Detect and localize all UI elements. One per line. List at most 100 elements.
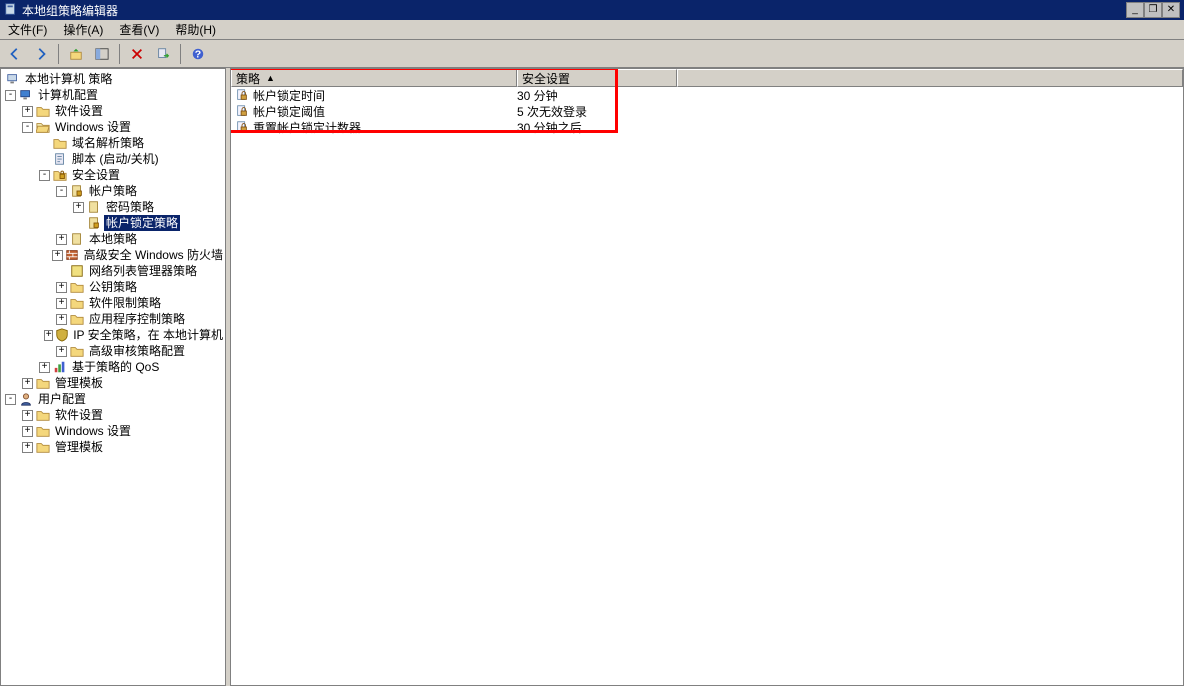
list-header: 策略 ▲ 安全设置	[231, 69, 1183, 87]
collapse-icon[interactable]: -	[56, 186, 67, 197]
tree-srp[interactable]: + 软件限制策略	[1, 295, 225, 311]
expand-icon[interactable]: +	[52, 250, 62, 261]
tree-nlm-policy[interactable]: 网络列表管理器策略	[1, 263, 225, 279]
col-policy[interactable]: 策略 ▲	[231, 69, 517, 87]
expand-icon[interactable]: +	[56, 314, 67, 325]
tree-label: 软件限制策略	[87, 295, 163, 311]
script-icon	[52, 151, 68, 167]
list-item[interactable]: 重置帐户锁定计数器30 分钟之后	[231, 119, 1183, 135]
folder-icon	[35, 103, 51, 119]
expand-icon[interactable]: +	[44, 330, 53, 341]
collapse-icon[interactable]: -	[5, 90, 16, 101]
policy-item-icon	[235, 88, 249, 102]
tree-software-settings[interactable]: + 软件设置	[1, 103, 225, 119]
show-pane-button[interactable]	[91, 43, 113, 65]
toolbar: ?	[0, 40, 1184, 68]
tree-scripts[interactable]: 脚本 (启动/关机)	[1, 151, 225, 167]
minimize-button[interactable]: _	[1126, 2, 1144, 18]
tree-label: 高级安全 Windows 防火墙	[82, 247, 225, 263]
tree-windows-settings[interactable]: - Windows 设置	[1, 119, 225, 135]
tree-user-config[interactable]: - 用户配置	[1, 391, 225, 407]
tree-label: 网络列表管理器策略	[87, 263, 199, 279]
tree-firewall[interactable]: + 高级安全 Windows 防火墙	[1, 247, 225, 263]
list-item[interactable]: 帐户锁定阈值5 次无效登录	[231, 103, 1183, 119]
tree-label: 安全设置	[70, 167, 122, 183]
collapse-icon[interactable]: -	[39, 170, 50, 181]
tree-label: 软件设置	[53, 407, 105, 423]
tree-u-admin[interactable]: + 管理模板	[1, 439, 225, 455]
tree-label: 基于策略的 QoS	[70, 359, 161, 375]
expand-icon[interactable]: +	[22, 442, 33, 453]
titlebar: 本地组策略编辑器 _ ❐ ✕	[0, 0, 1184, 20]
expand-icon[interactable]: +	[22, 106, 33, 117]
tree-pk-policy[interactable]: + 公钥策略	[1, 279, 225, 295]
folder-icon	[35, 407, 51, 423]
expand-icon[interactable]: +	[56, 234, 67, 245]
toolbar-sep	[119, 44, 120, 64]
toolbar-sep	[180, 44, 181, 64]
policy-name: 重置帐户锁定计数器	[253, 119, 361, 136]
policy-setting: 30 分钟	[517, 87, 667, 104]
folder-icon	[69, 311, 85, 327]
tree-admin-templates[interactable]: + 管理模板	[1, 375, 225, 391]
expand-icon[interactable]: +	[22, 378, 33, 389]
tree-label: 软件设置	[53, 103, 105, 119]
tree-label: 高级审核策略配置	[87, 343, 187, 359]
computer-icon	[5, 71, 21, 87]
collapse-icon[interactable]: -	[22, 122, 33, 133]
up-button[interactable]	[65, 43, 87, 65]
policy-icon	[86, 215, 102, 231]
tree-dns-policy[interactable]: 域名解析策略	[1, 135, 225, 151]
policy-name: 帐户锁定阈值	[253, 103, 325, 120]
expand-icon[interactable]: +	[39, 362, 50, 373]
tree-security-settings[interactable]: - 安全设置	[1, 167, 225, 183]
menu-view[interactable]: 查看(V)	[111, 19, 167, 40]
tree-ipsec[interactable]: + IP 安全策略，在 本地计算机	[1, 327, 225, 343]
folder-icon	[35, 423, 51, 439]
tree-computer-config[interactable]: - 计算机配置	[1, 87, 225, 103]
policy-icon	[86, 199, 102, 215]
expand-icon[interactable]: +	[73, 202, 84, 213]
folder-icon	[52, 135, 68, 151]
tree-label: 公钥策略	[87, 279, 139, 295]
security-icon	[52, 167, 68, 183]
delete-button[interactable]	[126, 43, 148, 65]
export-button[interactable]	[152, 43, 174, 65]
expand-icon[interactable]: +	[56, 346, 67, 357]
menu-file[interactable]: 文件(F)	[0, 19, 55, 40]
firewall-icon	[65, 247, 80, 263]
computer-icon	[18, 87, 34, 103]
expand-icon[interactable]: +	[22, 410, 33, 421]
folder-icon	[35, 439, 51, 455]
policy-icon	[69, 183, 85, 199]
tree-qos[interactable]: + 基于策略的 QoS	[1, 359, 225, 375]
expand-icon[interactable]: +	[22, 426, 33, 437]
menu-help[interactable]: 帮助(H)	[167, 19, 224, 40]
menu-action[interactable]: 操作(A)	[55, 19, 111, 40]
tree-label: 帐户策略	[87, 183, 139, 199]
tree-lockout-policy[interactable]: 帐户锁定策略	[1, 215, 225, 231]
back-button[interactable]	[4, 43, 26, 65]
tree-account-policy[interactable]: - 帐户策略	[1, 183, 225, 199]
tree-pane: 本地计算机 策略 - 计算机配置 + 软件设置 - Windows 设置 域名	[0, 68, 226, 686]
help-button[interactable]: ?	[187, 43, 209, 65]
tree-local-policies[interactable]: + 本地策略	[1, 231, 225, 247]
tree-u-windows[interactable]: + Windows 设置	[1, 423, 225, 439]
expand-icon[interactable]: +	[56, 298, 67, 309]
forward-button[interactable]	[30, 43, 52, 65]
col-setting[interactable]: 安全设置	[517, 69, 677, 87]
tree-label-selected: 帐户锁定策略	[104, 215, 180, 231]
close-button[interactable]: ✕	[1162, 2, 1180, 18]
col-spacer	[677, 69, 1183, 87]
expand-icon[interactable]: +	[56, 282, 67, 293]
collapse-icon[interactable]: -	[5, 394, 16, 405]
tree-u-software[interactable]: + 软件设置	[1, 407, 225, 423]
maximize-button[interactable]: ❐	[1144, 2, 1162, 18]
tree-root[interactable]: 本地计算机 策略	[1, 71, 225, 87]
folder-icon	[69, 343, 85, 359]
list-item[interactable]: 帐户锁定时间30 分钟	[231, 87, 1183, 103]
tree-label: Windows 设置	[53, 423, 133, 439]
tree-aap[interactable]: + 高级审核策略配置	[1, 343, 225, 359]
tree-password-policy[interactable]: + 密码策略	[1, 199, 225, 215]
tree-acp[interactable]: + 应用程序控制策略	[1, 311, 225, 327]
